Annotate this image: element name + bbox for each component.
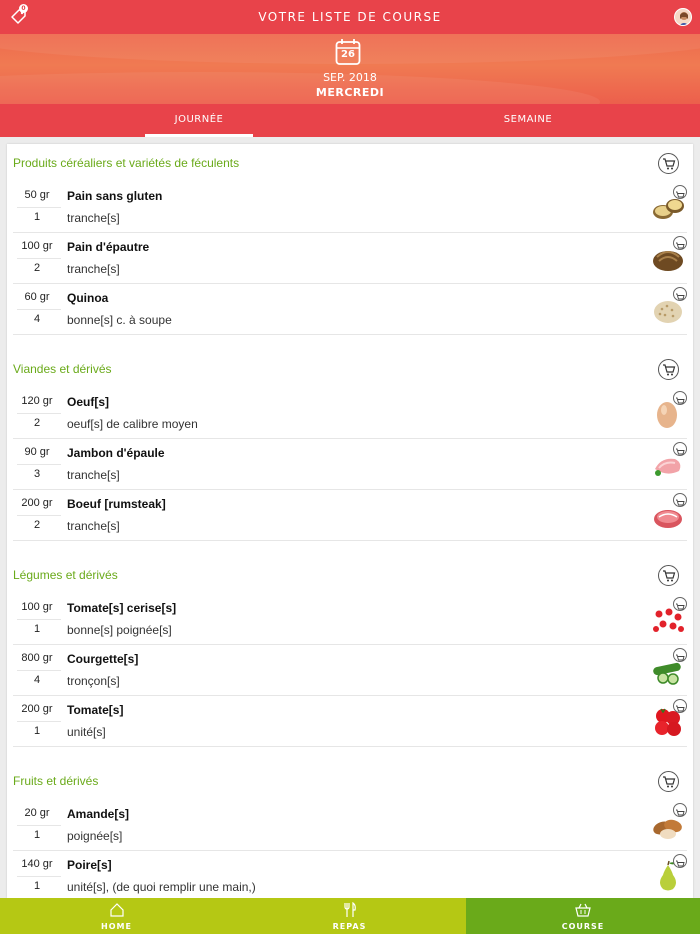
add-to-cart-icon[interactable] [673, 391, 687, 405]
fork-knife-icon [343, 902, 356, 917]
add-to-cart-icon[interactable] [673, 699, 687, 713]
item-name: Pain d'épautre [67, 240, 150, 254]
item-count: 4 [33, 674, 41, 686]
top-bar: 0 VOTRE LISTE DE COURSE [0, 0, 700, 34]
item-count: 3 [33, 468, 41, 480]
item-quantity: 800 gr [13, 652, 61, 671]
item-count: 1 [33, 725, 41, 737]
item-count: 1 [33, 623, 41, 635]
weekday: MERCREDI [315, 86, 385, 99]
item-name: Tomate[s] cerise[s] [67, 601, 177, 615]
item-name: Amande[s] [67, 807, 130, 821]
item-quantity: 200 gr [13, 703, 61, 722]
add-to-cart-icon[interactable] [673, 442, 687, 456]
item-unit: tranche[s] [67, 519, 120, 533]
add-to-cart-icon[interactable] [673, 597, 687, 611]
nav-label: COURSE [561, 922, 605, 931]
item-quantity: 50 gr [13, 189, 61, 208]
item-unit: tranche[s] [67, 262, 120, 276]
basket-icon [575, 903, 591, 917]
list-item[interactable]: 200 gr 1 Tomate[s] unité[s] [13, 696, 687, 747]
notification-badge: 0 [19, 4, 28, 13]
item-unit: tranche[s] [67, 211, 120, 225]
list-item[interactable]: 60 gr 4 Quinoa bonne[s] c. à soupe [13, 284, 687, 335]
list-item[interactable]: 120 gr 2 Oeuf[s] oeuf[s] de calibre moye… [13, 388, 687, 439]
item-name: Poire[s] [67, 858, 112, 872]
item-quantity: 140 gr [13, 858, 61, 877]
item-name: Quinoa [67, 291, 109, 305]
section-title: Légumes et dérivés [13, 568, 118, 582]
item-quantity: 20 gr [13, 807, 61, 826]
list-item[interactable]: 800 gr 4 Courgette[s] tronçon[s] [13, 645, 687, 696]
item-count: 2 [33, 417, 41, 429]
list-item[interactable]: 100 gr 1 Tomate[s] cerise[s] bonne[s] po… [13, 594, 687, 645]
user-avatar-icon [679, 12, 689, 25]
home-icon [109, 903, 124, 917]
tab-journee[interactable]: JOURNÉE [145, 104, 253, 137]
add-to-cart-icon[interactable] [673, 854, 687, 868]
item-count: 2 [33, 519, 41, 531]
nav-label: HOME [101, 922, 132, 931]
add-to-cart-icon[interactable] [673, 648, 687, 662]
item-count: 4 [33, 313, 41, 325]
list-item[interactable]: 50 gr 1 Pain sans gluten tranche[s] [13, 182, 687, 233]
list-item[interactable]: 20 gr 1 Amande[s] poignée[s] [13, 800, 687, 851]
item-quantity: 90 gr [13, 446, 61, 465]
shopping-list: Produits céréaliers et variétés de fécul… [7, 144, 693, 898]
item-name: Jambon d'épaule [67, 446, 165, 460]
item-name: Boeuf [rumsteak] [67, 497, 166, 511]
section-title: Viandes et dérivés [13, 362, 112, 376]
item-quantity: 200 gr [13, 497, 61, 516]
avatar[interactable] [674, 8, 692, 26]
list-item[interactable]: 200 gr 2 Boeuf [rumsteak] tranche[s] [13, 490, 687, 541]
calendar-day: 26 [341, 49, 355, 60]
list-item[interactable]: 90 gr 3 Jambon d'épaule tranche[s] [13, 439, 687, 490]
item-unit: bonne[s] c. à soupe [67, 313, 172, 327]
list-item[interactable]: 100 gr 2 Pain d'épautre tranche[s] [13, 233, 687, 284]
item-unit: tranche[s] [67, 468, 120, 482]
item-quantity: 120 gr [13, 395, 61, 414]
item-name: Oeuf[s] [67, 395, 109, 409]
tab-semaine[interactable]: SEMAINE [470, 104, 586, 137]
date-header: 26 SEP. 2018 MERCREDI [0, 34, 700, 104]
item-unit: poignée[s] [67, 829, 123, 843]
section-title: Produits céréaliers et variétés de fécul… [13, 156, 240, 170]
item-quantity: 100 gr [13, 240, 61, 259]
add-to-cart-icon[interactable] [673, 287, 687, 301]
cart-icon[interactable] [658, 565, 679, 586]
item-unit: oeuf[s] de calibre moyen [67, 417, 198, 431]
month-year: SEP. 2018 [323, 71, 377, 84]
item-count: 1 [33, 829, 41, 841]
add-to-cart-icon[interactable] [673, 236, 687, 250]
add-to-cart-icon[interactable] [673, 493, 687, 507]
item-name: Pain sans gluten [67, 189, 163, 203]
bottom-nav: HOME REPAS COURSE [0, 898, 700, 934]
list-item[interactable]: 140 gr 1 Poire[s] unité[s], (de quoi rem… [13, 851, 687, 898]
item-name: Tomate[s] [67, 703, 124, 717]
nav-home[interactable]: HOME [0, 898, 233, 934]
item-count: 2 [33, 262, 41, 274]
cart-icon[interactable] [658, 771, 679, 792]
item-unit: unité[s] [67, 725, 106, 739]
page-title: VOTRE LISTE DE COURSE [258, 10, 442, 24]
tab-bar: JOURNÉE SEMAINE [0, 104, 700, 137]
section-title: Fruits et dérivés [13, 774, 99, 788]
item-quantity: 60 gr [13, 291, 61, 310]
item-unit: bonne[s] poignée[s] [67, 623, 172, 637]
nav-label: REPAS [332, 922, 367, 931]
cart-icon[interactable] [658, 359, 679, 380]
nav-repas[interactable]: REPAS [233, 898, 466, 934]
add-to-cart-icon[interactable] [673, 185, 687, 199]
cart-icon[interactable] [658, 153, 679, 174]
item-count: 1 [33, 211, 41, 223]
item-quantity: 100 gr [13, 601, 61, 620]
item-name: Courgette[s] [67, 652, 139, 666]
add-to-cart-icon[interactable] [673, 803, 687, 817]
item-unit: unité[s], (de quoi remplir une main,) [67, 880, 256, 894]
item-count: 1 [33, 880, 41, 892]
nav-course[interactable]: COURSE [466, 898, 700, 934]
item-unit: tronçon[s] [67, 674, 120, 688]
